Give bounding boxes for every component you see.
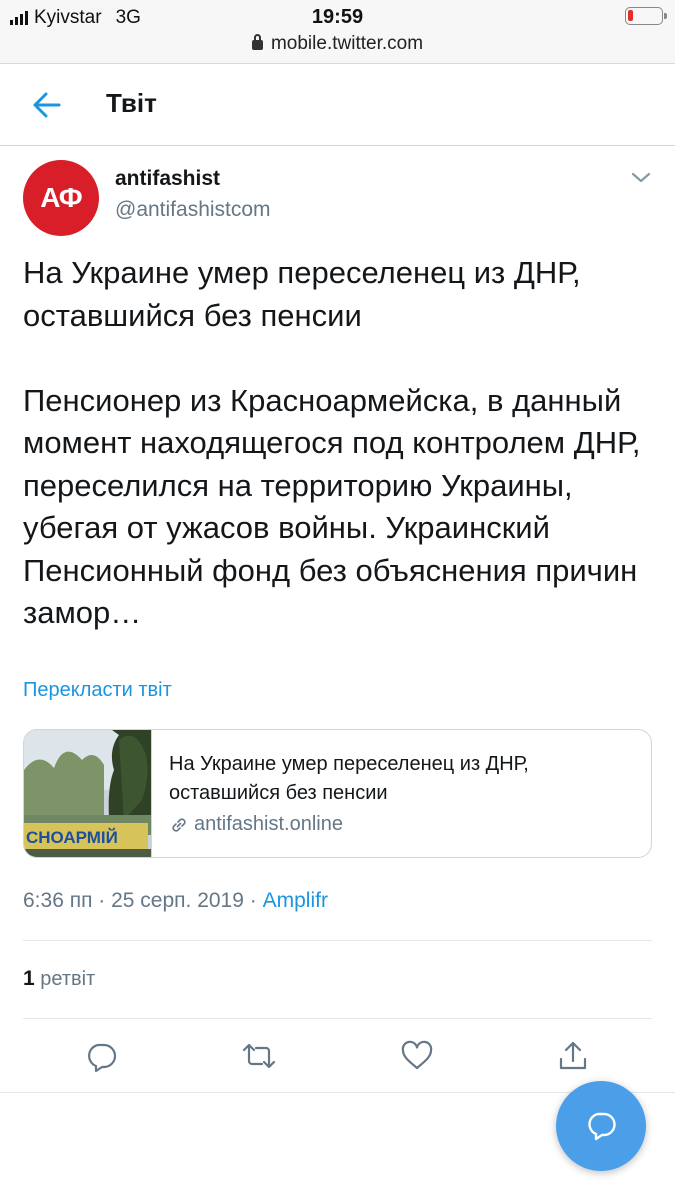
clock: 19:59 [311, 6, 364, 28]
card-domain-text: antifashist.online [194, 813, 343, 835]
author-name[interactable]: antifashist [115, 167, 220, 191]
compose-message-icon [588, 1112, 616, 1141]
arrow-left-icon [33, 92, 61, 118]
battery-level [628, 10, 633, 21]
status-bar: Kyivstar 3G 19:59 mobile.twitter.com [0, 0, 675, 64]
retweet-button[interactable] [239, 1036, 279, 1076]
more-options-button[interactable] [628, 166, 654, 188]
tweet-timestamp: 6:36 пп · 25 серп. 2019 · [23, 889, 263, 912]
page-title: Твіт [106, 88, 157, 118]
like-button[interactable] [397, 1036, 437, 1076]
share-icon [559, 1041, 587, 1070]
address-bar[interactable]: mobile.twitter.com [0, 33, 675, 55]
share-button[interactable] [553, 1036, 593, 1076]
url-text: mobile.twitter.com [270, 33, 424, 54]
card-thumbnail-text: СНОАРМІЙ [26, 828, 118, 847]
chevron-down-icon [631, 172, 651, 183]
avatar[interactable]: АФ [23, 160, 99, 236]
retweet-count: 1 [23, 967, 35, 990]
battery-icon [625, 7, 667, 25]
divider [23, 1018, 652, 1019]
new-message-button[interactable] [556, 1081, 646, 1171]
page-header: Твіт [0, 64, 675, 146]
tweet-source-link[interactable]: Amplifr [263, 889, 328, 912]
card-title: На Украине умер переселенец из ДНР, оста… [169, 753, 529, 804]
reply-icon [88, 1043, 117, 1073]
retweet-icon [242, 1043, 276, 1069]
tweet-text: На Украине умер переселенец из ДНР, оста… [23, 252, 663, 635]
author-handle[interactable]: @antifashistcom [115, 198, 271, 222]
link-icon [172, 817, 186, 832]
tweet-body: Пенсионер из Красноармейска, в данный мо… [23, 382, 641, 631]
heart-icon [401, 1040, 433, 1070]
translate-tweet-link[interactable]: Перекласти твіт [23, 679, 172, 702]
tweet-meta: 6:36 пп · 25 серп. 2019 · Amplifr [23, 889, 328, 913]
lock-icon [251, 34, 263, 50]
reply-button[interactable] [81, 1036, 121, 1076]
card-domain: antifashist.online [169, 813, 343, 836]
link-card[interactable]: СНОАРМІЙ На Украине умер переселенец из … [23, 729, 652, 858]
card-thumbnail: СНОАРМІЙ [24, 730, 152, 857]
retweet-label: ретвіт [40, 968, 96, 990]
divider [23, 940, 652, 941]
tweet-headline: На Украине умер переселенец из ДНР, оста… [23, 255, 581, 333]
retweet-stats[interactable]: 1 ретвіт [23, 967, 95, 991]
back-button[interactable] [30, 90, 64, 120]
